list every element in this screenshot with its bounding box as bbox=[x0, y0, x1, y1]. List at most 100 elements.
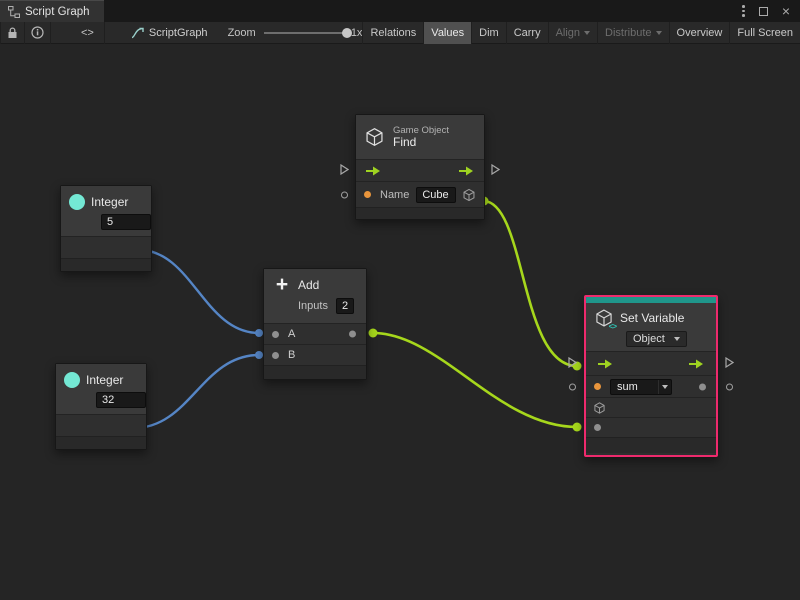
find-name-row[interactable]: Name Cube bbox=[356, 181, 484, 207]
integer-output-port-row[interactable] bbox=[61, 236, 151, 258]
node-footer bbox=[356, 207, 484, 219]
value-output-port[interactable] bbox=[699, 383, 706, 390]
tab-script-graph[interactable]: Script Graph bbox=[0, 0, 104, 22]
toolbar-button-distribute[interactable]: Distribute bbox=[597, 22, 668, 44]
code-view-button[interactable]: <> bbox=[71, 22, 105, 44]
setvar-flow-row[interactable] bbox=[586, 351, 716, 375]
port-a-input[interactable] bbox=[272, 331, 279, 338]
zoom-slider-track bbox=[264, 32, 345, 34]
variable-name: sum bbox=[611, 381, 658, 393]
node-title: Set Variable bbox=[620, 311, 684, 325]
name-input-port[interactable] bbox=[594, 383, 601, 390]
close-icon[interactable]: × bbox=[782, 6, 790, 16]
node-title: Find bbox=[393, 136, 449, 149]
zoom-label: Zoom bbox=[228, 27, 256, 39]
node-add-header[interactable]: + Add Inputs 2 bbox=[264, 269, 366, 323]
node-footer bbox=[61, 258, 151, 271]
node-set-variable-header[interactable]: <> Set Variable Object bbox=[586, 303, 716, 351]
integer-value-field[interactable]: 32 bbox=[96, 392, 146, 408]
node-title: Integer bbox=[86, 373, 123, 387]
node-add[interactable]: + Add Inputs 2 A B bbox=[263, 268, 367, 380]
port-b-input[interactable] bbox=[272, 352, 279, 359]
name-outer-port[interactable] bbox=[341, 191, 348, 198]
toolbar-button-fullscreen[interactable]: Full Screen bbox=[729, 22, 800, 44]
variable-scope-dropdown[interactable]: Object bbox=[626, 331, 687, 347]
toolbar-button-align[interactable]: Align bbox=[548, 22, 597, 44]
flow-out-arrow-icon[interactable] bbox=[689, 359, 704, 369]
flow-in-outer-port[interactable] bbox=[568, 357, 577, 371]
lock-button[interactable] bbox=[0, 22, 25, 44]
setvar-name-row[interactable]: sum bbox=[586, 375, 716, 397]
graph-toolbar: <> ScriptGraph Zoom 1x Relations Values … bbox=[0, 22, 800, 44]
add-input-a-row[interactable]: A bbox=[264, 323, 366, 344]
variable-name-dropdown[interactable]: sum bbox=[610, 379, 672, 395]
toolbar-button-relations[interactable]: Relations bbox=[362, 22, 423, 44]
toolbar-button-dim[interactable]: Dim bbox=[471, 22, 506, 44]
value-outer-port[interactable] bbox=[726, 383, 733, 390]
flow-out-outer-port[interactable] bbox=[491, 164, 500, 178]
tab-title: Script Graph bbox=[25, 6, 90, 18]
inputs-label: Inputs bbox=[298, 300, 328, 312]
flow-in-arrow-icon[interactable] bbox=[598, 359, 613, 369]
sum-output-port[interactable] bbox=[349, 331, 356, 338]
node-integer-2-header[interactable]: Integer 32 bbox=[56, 364, 146, 414]
code-badge: <> bbox=[609, 322, 616, 331]
flow-in-arrow-icon[interactable] bbox=[366, 166, 381, 176]
node-gameobject-find[interactable]: Game Object Find Name Cube bbox=[355, 114, 485, 220]
zoom-slider-handle[interactable] bbox=[342, 28, 352, 38]
name-field-label: Name bbox=[380, 189, 409, 201]
graph-reference-label: ScriptGraph bbox=[149, 27, 208, 39]
titlebar: Script Graph × bbox=[0, 0, 800, 22]
scope-label: Object bbox=[633, 333, 665, 345]
flow-in-outer-port[interactable] bbox=[340, 164, 349, 178]
value-input-port[interactable] bbox=[594, 424, 601, 431]
node-integer-1-header[interactable]: Integer 5 bbox=[61, 186, 151, 236]
script-graph-window: Script Graph × <> ScriptGraph Zoom 1x bbox=[0, 0, 800, 600]
window-menu-icon[interactable] bbox=[742, 5, 745, 17]
node-title: Add bbox=[298, 278, 319, 292]
inspect-button[interactable] bbox=[25, 22, 51, 44]
graph-icon bbox=[8, 6, 20, 18]
node-footer bbox=[56, 436, 146, 449]
node-title: Integer bbox=[91, 195, 128, 209]
script-graph-icon bbox=[131, 27, 144, 39]
name-value-field[interactable]: Cube bbox=[416, 187, 456, 203]
integer-icon bbox=[64, 372, 80, 388]
node-find-header[interactable]: Game Object Find bbox=[356, 115, 484, 159]
zoom-slider[interactable] bbox=[264, 22, 345, 44]
toolbar-button-carry[interactable]: Carry bbox=[506, 22, 548, 44]
chevron-down-icon bbox=[674, 337, 680, 341]
node-integer-2[interactable]: Integer 32 bbox=[55, 363, 147, 450]
setvar-object-row[interactable] bbox=[586, 397, 716, 417]
name-input-port[interactable] bbox=[364, 191, 371, 198]
node-set-variable[interactable]: <> Set Variable Object sum bbox=[584, 295, 718, 457]
toolbar-toggle-group: Relations Values Dim Carry Align Distrib… bbox=[362, 22, 800, 44]
port-a-label: A bbox=[288, 328, 295, 340]
target-gameobject-port[interactable] bbox=[593, 401, 606, 415]
port-b-label: B bbox=[288, 349, 295, 361]
integer-icon bbox=[69, 194, 85, 210]
integer-value-field[interactable]: 5 bbox=[101, 214, 151, 230]
inputs-count-field[interactable]: 2 bbox=[336, 298, 354, 314]
setvar-value-row[interactable] bbox=[586, 417, 716, 437]
node-integer-1[interactable]: Integer 5 bbox=[60, 185, 152, 272]
add-input-b-row[interactable]: B bbox=[264, 344, 366, 365]
gameobject-output-port[interactable] bbox=[462, 187, 476, 202]
flow-out-outer-port[interactable] bbox=[725, 357, 734, 371]
window-controls: × bbox=[742, 0, 800, 22]
node-footer bbox=[586, 437, 716, 453]
code-view-label: <> bbox=[81, 27, 94, 39]
toolbar-button-values[interactable]: Values bbox=[423, 22, 471, 44]
maximize-icon[interactable] bbox=[759, 7, 768, 16]
node-footer bbox=[264, 365, 366, 379]
name-outer-port[interactable] bbox=[569, 383, 576, 390]
add-icon: + bbox=[272, 276, 292, 294]
toolbar-button-overview[interactable]: Overview bbox=[669, 22, 730, 44]
graph-canvas[interactable]: Integer 5 Integer 32 + bbox=[0, 44, 800, 600]
zoom-value: 1x bbox=[351, 27, 363, 39]
find-flow-row[interactable] bbox=[356, 159, 484, 181]
flow-out-arrow-icon[interactable] bbox=[459, 166, 474, 176]
graph-reference[interactable]: ScriptGraph bbox=[131, 27, 208, 39]
chevron-down-icon bbox=[658, 380, 671, 394]
integer-output-port-row[interactable] bbox=[56, 414, 146, 436]
